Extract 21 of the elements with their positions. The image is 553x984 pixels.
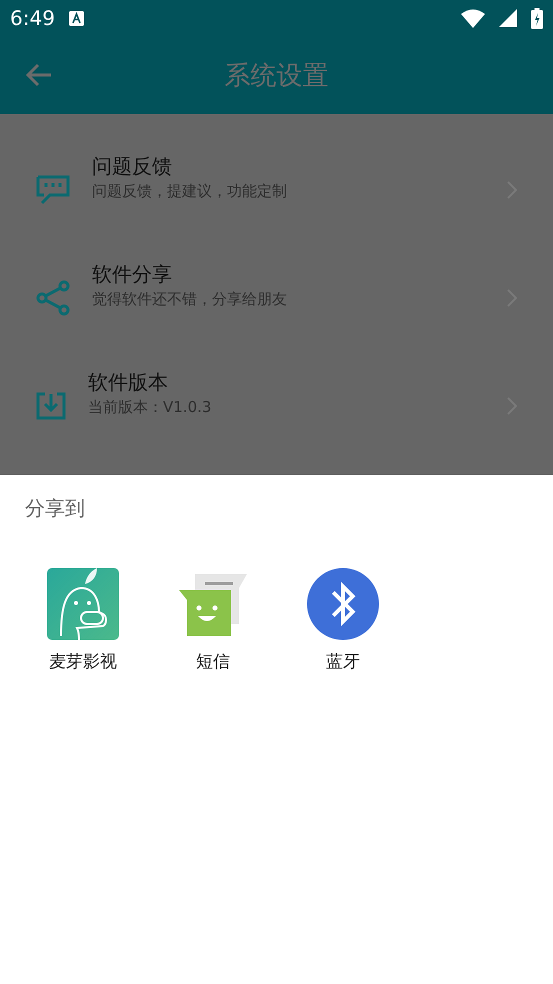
- row-title: 软件分享: [92, 261, 173, 288]
- notification-icon: [68, 10, 84, 26]
- download-icon: [36, 392, 66, 420]
- row-title: 问题反馈: [92, 153, 173, 180]
- share-icon: [36, 280, 70, 316]
- row-subtitle: 当前版本：V1.0.3: [88, 398, 212, 417]
- row-subtitle: 觉得软件还不错，分享给朋友: [92, 290, 288, 309]
- signal-icon: [499, 9, 517, 27]
- battery-icon: [531, 8, 543, 28]
- bluetooth-icon: [307, 568, 379, 640]
- row-title: 软件版本: [88, 369, 169, 396]
- feedback-icon: [36, 175, 70, 205]
- wifi-icon: [461, 8, 485, 28]
- sheet-title: 分享到: [25, 495, 86, 522]
- share-target[interactable]: 短信: [148, 568, 278, 673]
- app-icon: [47, 568, 119, 640]
- toolbar-title: 系统设置: [224, 60, 330, 92]
- share-target[interactable]: 麦芽影视: [18, 568, 148, 673]
- row-subtitle: 问题反馈，提建议，功能定制: [92, 182, 288, 201]
- status-time: 6:49: [10, 6, 55, 30]
- share-target[interactable]: 蓝牙: [278, 568, 408, 673]
